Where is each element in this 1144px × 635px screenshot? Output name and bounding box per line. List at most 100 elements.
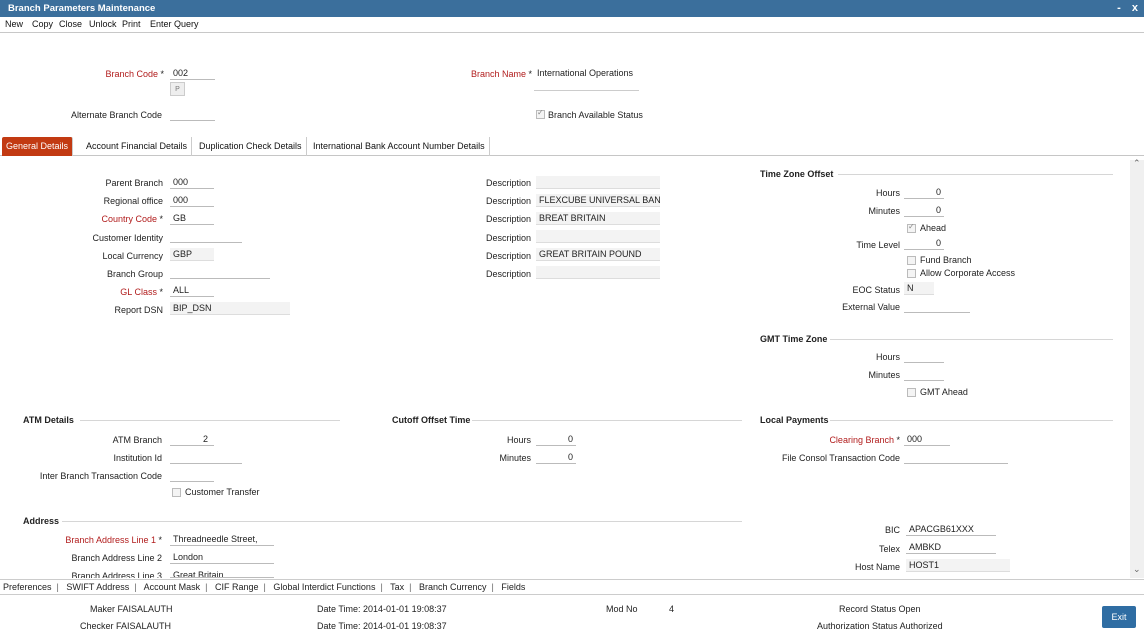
description-label: Description bbox=[485, 251, 531, 261]
cutoff-minutes-label: Minutes bbox=[499, 453, 531, 463]
bic-label: BIC bbox=[884, 525, 900, 535]
branch-address-line3-field[interactable]: Great Britain bbox=[170, 569, 274, 578]
allow-corporate-access-label: Allow Corporate Access bbox=[920, 268, 1016, 278]
branch-address-line3-label: Branch Address Line 3 bbox=[71, 571, 162, 578]
customer-transfer-checkbox[interactable] bbox=[172, 488, 181, 497]
telex-label: Telex bbox=[878, 544, 900, 554]
record-status: Record Status Open bbox=[839, 604, 921, 614]
parent-branch-field[interactable]: 000 bbox=[170, 176, 214, 189]
authorization-status: Authorization Status Authorized bbox=[817, 621, 943, 631]
regional-office-field[interactable]: 000 bbox=[170, 194, 214, 207]
bottom-nav: Preferences | SWIFT Address | Account Mask… bbox=[0, 579, 1144, 595]
nav-global-interdict-functions[interactable]: Global Interdict Functions bbox=[273, 582, 375, 592]
gmt-minutes-field[interactable] bbox=[904, 368, 944, 381]
description-label: Description bbox=[485, 196, 531, 206]
menu-print[interactable]: Print bbox=[122, 19, 141, 29]
atm-branch-field[interactable]: 2 bbox=[170, 433, 214, 446]
cutoff-minutes-field[interactable]: 0 bbox=[536, 451, 576, 464]
close-icon[interactable]: x bbox=[1132, 2, 1138, 14]
minimize-icon[interactable]: - bbox=[1117, 2, 1121, 14]
description-field bbox=[536, 176, 660, 189]
tab-general-details[interactable]: General Details bbox=[2, 137, 74, 156]
inter-branch-transaction-code-label: Inter Branch Transaction Code bbox=[39, 471, 162, 481]
tz-minutes-field[interactable]: 0 bbox=[904, 204, 944, 217]
menu-bar: New Copy Close Unlock Print Enter Query bbox=[0, 17, 1144, 33]
host-name-label: Host Name bbox=[854, 562, 900, 572]
description-label: Description bbox=[485, 214, 531, 224]
tab-account-financial-details[interactable]: Account Financial Details bbox=[82, 137, 193, 156]
institution-id-field[interactable] bbox=[170, 451, 242, 464]
branch-code-p-button[interactable]: P bbox=[170, 82, 185, 96]
time-level-field[interactable]: 0 bbox=[904, 237, 944, 250]
branch-group-field[interactable] bbox=[170, 266, 270, 279]
gl-class-label: GL Class * bbox=[120, 287, 163, 297]
cutoff-hours-field[interactable]: 0 bbox=[536, 433, 576, 446]
nav-preferences[interactable]: Preferences bbox=[3, 582, 52, 592]
scroll-up-icon[interactable]: ⌃ bbox=[1133, 158, 1141, 169]
scroll-down-icon[interactable]: ⌄ bbox=[1133, 564, 1141, 575]
branch-address-line1-label: Branch Address Line 1 * bbox=[65, 535, 162, 545]
report-dsn-label: Report DSN bbox=[114, 305, 163, 315]
maker-info: Maker FAISALAUTH bbox=[90, 604, 173, 614]
branch-code-field[interactable]: 002 bbox=[170, 67, 215, 80]
mod-no-label: Mod No bbox=[606, 604, 638, 614]
file-consol-transaction-code-field[interactable] bbox=[904, 451, 1008, 464]
clearing-branch-field[interactable]: 000 bbox=[904, 433, 950, 446]
description-field: GREAT BRITAIN POUND bbox=[536, 248, 660, 261]
branch-address-line2-field[interactable]: London bbox=[170, 551, 274, 564]
eoc-status-field: N bbox=[904, 282, 934, 295]
vertical-scrollbar[interactable]: ⌃ ⌄ bbox=[1130, 158, 1144, 578]
bic-field[interactable]: APACGB61XXX bbox=[906, 523, 996, 536]
exit-button[interactable]: Exit bbox=[1102, 606, 1136, 628]
nav-cif-range[interactable]: CIF Range bbox=[215, 582, 259, 592]
branch-available-checkbox[interactable] bbox=[536, 108, 545, 119]
country-code-label: Country Code * bbox=[101, 214, 163, 224]
tab-iban-details[interactable]: International Bank Account Number Detail… bbox=[309, 137, 490, 156]
tab-duplication-check-details[interactable]: Duplication Check Details bbox=[195, 137, 307, 156]
tz-hours-field[interactable]: 0 bbox=[904, 186, 944, 199]
country-code-field[interactable]: GB bbox=[170, 212, 214, 225]
external-value-field[interactable] bbox=[904, 300, 970, 313]
regional-office-label: Regional office bbox=[103, 196, 163, 206]
gl-class-field[interactable]: ALL bbox=[170, 284, 214, 297]
cutoff-offset-time-heading: Cutoff Offset Time bbox=[392, 415, 471, 425]
menu-new[interactable]: New bbox=[5, 19, 23, 29]
nav-tax[interactable]: Tax bbox=[390, 582, 404, 592]
gmt-ahead-label: GMT Ahead bbox=[920, 387, 968, 397]
branch-name-field[interactable]: International Operations bbox=[534, 67, 639, 80]
gmt-hours-field[interactable] bbox=[904, 350, 944, 363]
inter-branch-transaction-code-field[interactable] bbox=[170, 469, 214, 482]
nav-branch-currency[interactable]: Branch Currency bbox=[419, 582, 487, 592]
tz-ahead-checkbox[interactable] bbox=[907, 222, 916, 233]
mod-no-value: 4 bbox=[669, 604, 675, 614]
description-label: Description bbox=[485, 233, 531, 243]
description-label: Description bbox=[485, 269, 531, 279]
nav-fields[interactable]: Fields bbox=[501, 582, 525, 592]
tz-minutes-label: Minutes bbox=[868, 206, 900, 216]
customer-identity-field[interactable] bbox=[170, 230, 242, 243]
tab-bar: General Details Account Financial Detail… bbox=[0, 135, 1144, 156]
description-field bbox=[536, 266, 660, 279]
fund-branch-label: Fund Branch bbox=[920, 255, 972, 265]
report-dsn-field: BIP_DSN bbox=[170, 302, 290, 315]
host-name-field: HOST1 bbox=[906, 559, 1010, 572]
fund-branch-checkbox[interactable] bbox=[907, 256, 916, 265]
telex-field[interactable]: AMBKD bbox=[906, 541, 996, 554]
branch-address-line1-field[interactable]: Threadneedle Street, bbox=[170, 533, 274, 546]
gmt-ahead-checkbox[interactable] bbox=[907, 388, 916, 397]
alternate-branch-code-field[interactable] bbox=[170, 108, 215, 121]
window-title: Branch Parameters Maintenance bbox=[8, 3, 156, 14]
menu-close[interactable]: Close bbox=[59, 19, 82, 29]
atm-details-heading: ATM Details bbox=[23, 415, 74, 425]
menu-copy[interactable]: Copy bbox=[32, 19, 53, 29]
nav-swift-address[interactable]: SWIFT Address bbox=[66, 582, 129, 592]
window-titlebar: Branch Parameters Maintenance - x bbox=[0, 0, 1144, 17]
nav-account-mask[interactable]: Account Mask bbox=[144, 582, 201, 592]
allow-corporate-access-checkbox[interactable] bbox=[907, 269, 916, 278]
local-currency-label: Local Currency bbox=[102, 251, 163, 261]
description-field: BREAT BRITAIN bbox=[536, 212, 660, 225]
maker-date-time: Date Time: 2014-01-01 19:08:37 bbox=[317, 604, 447, 614]
institution-id-label: Institution Id bbox=[113, 453, 162, 463]
menu-unlock[interactable]: Unlock bbox=[89, 19, 117, 29]
menu-enter-query[interactable]: Enter Query bbox=[150, 19, 199, 29]
